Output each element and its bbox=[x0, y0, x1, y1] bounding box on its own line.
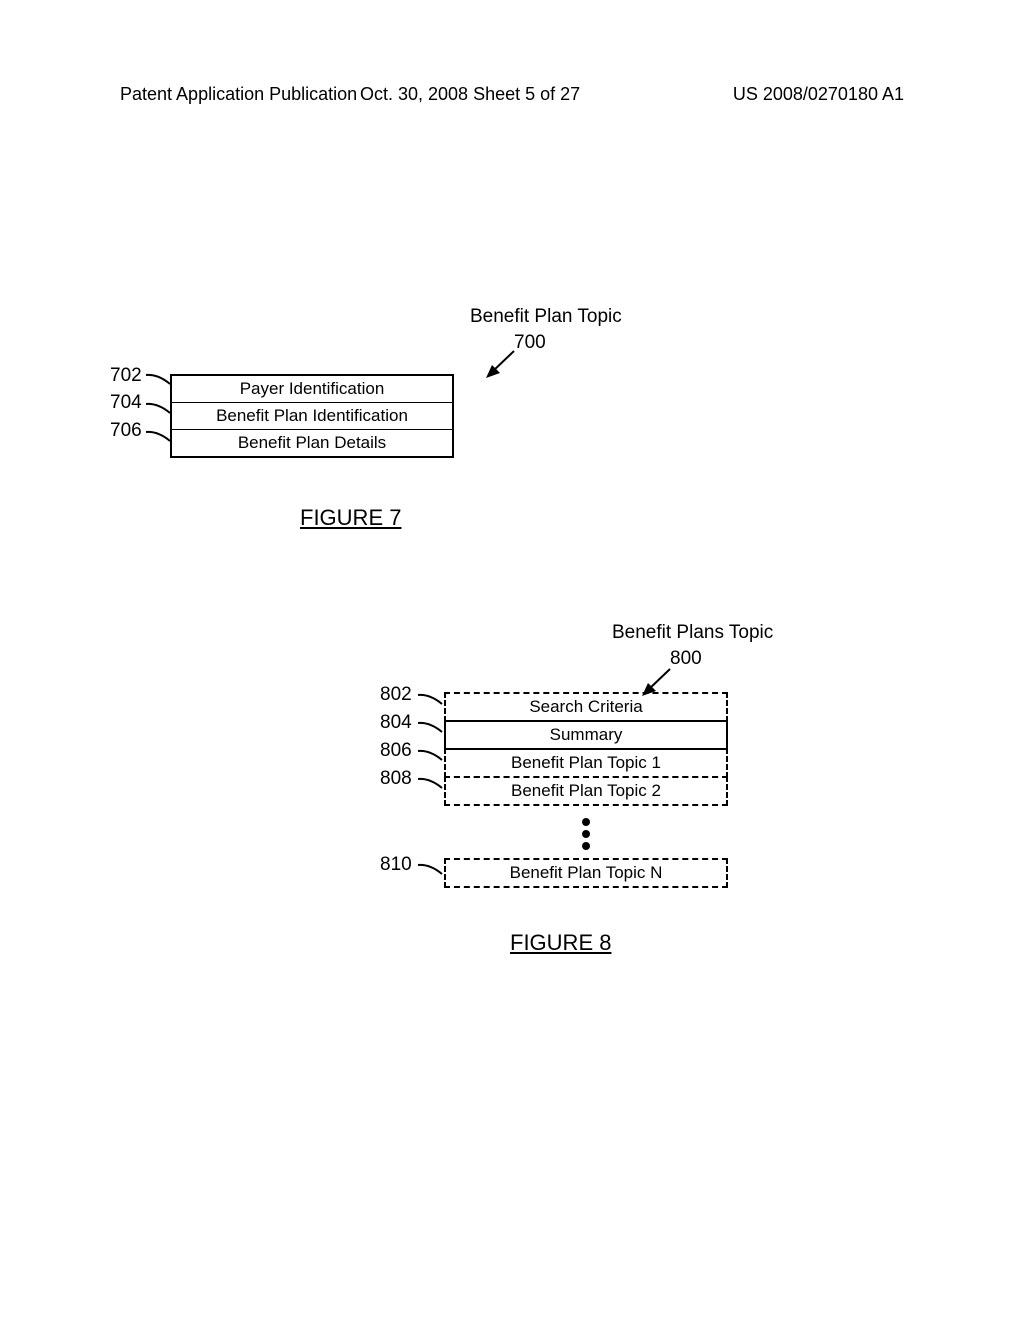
fig8-table: Search Criteria Summary Benefit Plan Top… bbox=[444, 694, 728, 888]
fig8-row-topic-1: Benefit Plan Topic 1 bbox=[444, 748, 728, 778]
fig8-label-802: 802 bbox=[380, 684, 412, 706]
fig8-row-topic-2: Benefit Plan Topic 2 bbox=[444, 776, 728, 806]
fig7-row-payer-id: Payer Identification bbox=[172, 376, 452, 402]
fig7-table: Payer Identification Benefit Plan Identi… bbox=[170, 374, 454, 458]
fig8-row-search-criteria: Search Criteria bbox=[444, 692, 728, 722]
page-header: Patent Application Publication Oct. 30, … bbox=[0, 84, 1024, 105]
fig8-label-808: 808 bbox=[380, 768, 412, 790]
fig7-label-704: 704 bbox=[110, 392, 142, 414]
fig7-caption: FIGURE 7 bbox=[300, 505, 401, 531]
fig8-label-804: 804 bbox=[380, 712, 412, 734]
lead-line-704 bbox=[144, 399, 174, 417]
lead-line-810 bbox=[416, 860, 446, 878]
fig8-row-summary: Summary bbox=[444, 720, 728, 750]
lead-line-804 bbox=[416, 718, 446, 736]
fig7-label-702: 702 bbox=[110, 365, 142, 387]
fig8-label-810: 810 bbox=[380, 854, 412, 876]
fig7-row-benefit-plan-details: Benefit Plan Details bbox=[172, 429, 452, 456]
header-date-sheet: Oct. 30, 2008 Sheet 5 of 27 bbox=[360, 84, 580, 105]
lead-line-706 bbox=[144, 427, 174, 445]
fig8-label-806: 806 bbox=[380, 740, 412, 762]
header-pubnum: US 2008/0270180 A1 bbox=[733, 84, 904, 105]
lead-line-806 bbox=[416, 746, 446, 764]
fig8-title: Benefit Plans Topic bbox=[612, 622, 773, 644]
header-publication: Patent Application Publication bbox=[120, 84, 357, 105]
fig8-row-topic-n: Benefit Plan Topic N bbox=[444, 858, 728, 888]
lead-line-702 bbox=[144, 370, 174, 388]
lead-line-802 bbox=[416, 690, 446, 708]
lead-line-808 bbox=[416, 774, 446, 792]
ellipsis-icon: ••• bbox=[444, 806, 728, 860]
fig8-caption: FIGURE 8 bbox=[510, 930, 611, 956]
arrow-icon bbox=[482, 348, 522, 384]
fig7-row-benefit-plan-id: Benefit Plan Identification bbox=[172, 402, 452, 429]
fig7-label-706: 706 bbox=[110, 420, 142, 442]
fig7-title: Benefit Plan Topic bbox=[470, 306, 622, 328]
